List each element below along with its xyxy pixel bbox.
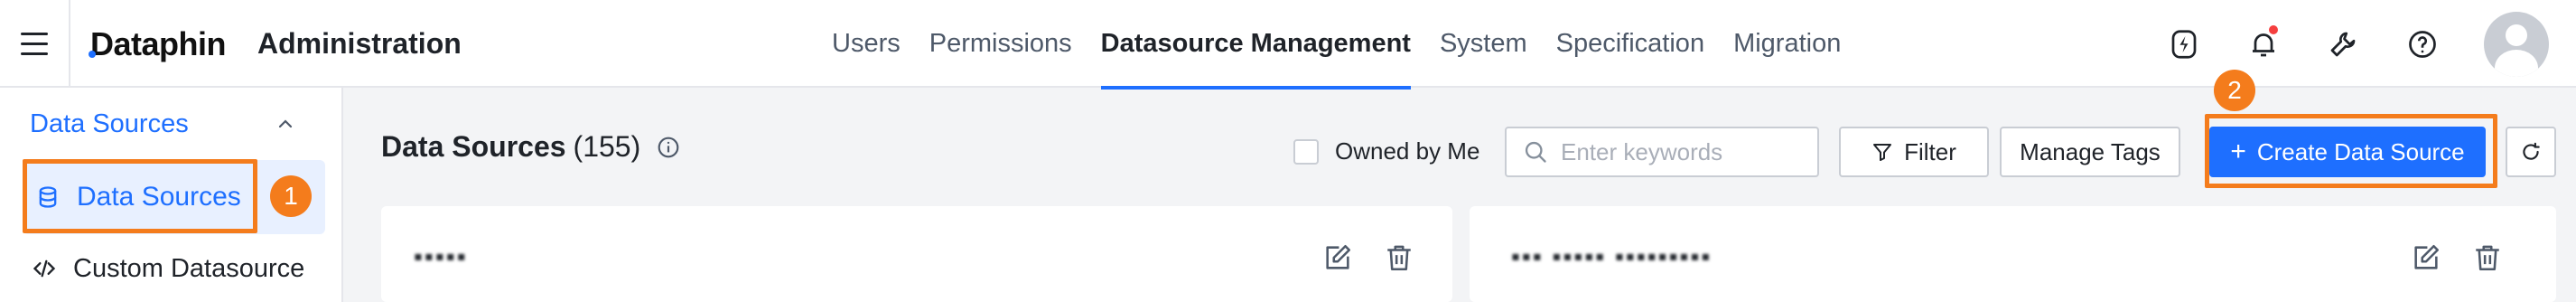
- wrench-icon[interactable]: [2303, 0, 2383, 88]
- page-title: Data Sources (155): [381, 130, 680, 164]
- filter-label: Filter: [1904, 137, 1956, 165]
- chevron-up-icon[interactable]: [276, 115, 294, 133]
- refresh-icon: [2523, 142, 2540, 160]
- owned-by-me-filter[interactable]: Owned by Me: [1293, 137, 1479, 165]
- nav-system[interactable]: System: [1425, 0, 1542, 88]
- search-box[interactable]: [1505, 127, 1819, 177]
- data-source-card[interactable]: ▪▪▪▪▪: [381, 206, 1452, 302]
- card-title: ▪▪▪▪▪: [414, 242, 468, 270]
- nav-users[interactable]: Users: [817, 0, 915, 88]
- sidebar-item-label: Custom Datasource: [73, 253, 305, 283]
- filter-icon: [1873, 144, 1892, 161]
- owned-by-me-checkbox[interactable]: [1293, 138, 1319, 165]
- nav-migration[interactable]: Migration: [1719, 0, 1855, 88]
- annotation-marker-2: 2: [2214, 70, 2255, 111]
- refresh-button[interactable]: [2506, 127, 2556, 177]
- app-title: Administration: [257, 27, 462, 60]
- edit-icon[interactable]: [1322, 242, 1353, 273]
- trash-icon[interactable]: [1384, 242, 1414, 273]
- page-title-text: Data Sources: [381, 130, 566, 163]
- top-icons: [2144, 0, 2576, 88]
- database-icon: [39, 186, 57, 208]
- sidebar-item-label: Data Sources: [77, 182, 241, 212]
- filter-button[interactable]: Filter: [1839, 127, 1989, 177]
- create-data-source-label: Create Data Source: [2256, 137, 2465, 165]
- sidebar-group-data-sources[interactable]: Data Sources: [0, 88, 341, 160]
- nav-permissions[interactable]: Permissions: [915, 0, 1087, 88]
- card-title: ▪▪▪ ▪▪▪▪▪ ▪▪▪▪▪▪▪▪▪: [1511, 242, 1713, 270]
- plus-icon: +: [2230, 137, 2246, 166]
- info-icon[interactable]: [657, 136, 680, 159]
- search-input[interactable]: [1561, 137, 1814, 166]
- top-bar: Dataphin Administration Users Permission…: [0, 0, 2576, 90]
- menu-icon[interactable]: [0, 0, 70, 88]
- annotation-marker-1: 1: [270, 175, 312, 217]
- avatar[interactable]: [2484, 11, 2549, 77]
- search-icon: [1525, 141, 1546, 163]
- sidebar-item-custom-datasource[interactable]: Custom Datasource: [23, 243, 325, 294]
- trash-icon[interactable]: [2472, 242, 2503, 273]
- create-data-source-button[interactable]: + Create Data Source: [2209, 127, 2486, 177]
- top-nav: Users Permissions Datasource Management …: [817, 0, 1855, 90]
- data-source-card[interactable]: ▪▪▪ ▪▪▪▪▪ ▪▪▪▪▪▪▪▪▪: [1470, 206, 2556, 302]
- lightning-icon[interactable]: [2144, 0, 2224, 88]
- nav-datasource-management[interactable]: Datasource Management: [1087, 0, 1425, 90]
- logo[interactable]: Dataphin: [89, 25, 227, 63]
- edit-icon[interactable]: [2411, 242, 2441, 273]
- help-icon[interactable]: [2383, 0, 2462, 88]
- data-source-count: (155): [573, 130, 641, 163]
- owned-by-me-label: Owned by Me: [1335, 137, 1480, 165]
- manage-tags-button[interactable]: Manage Tags: [2000, 127, 2180, 177]
- notification-dot: [2267, 24, 2280, 36]
- logo-text: Dataphin: [90, 25, 227, 62]
- code-icon: [33, 260, 56, 278]
- nav-specification[interactable]: Specification: [1542, 0, 1719, 88]
- sidebar-group-label: Data Sources: [30, 109, 189, 138]
